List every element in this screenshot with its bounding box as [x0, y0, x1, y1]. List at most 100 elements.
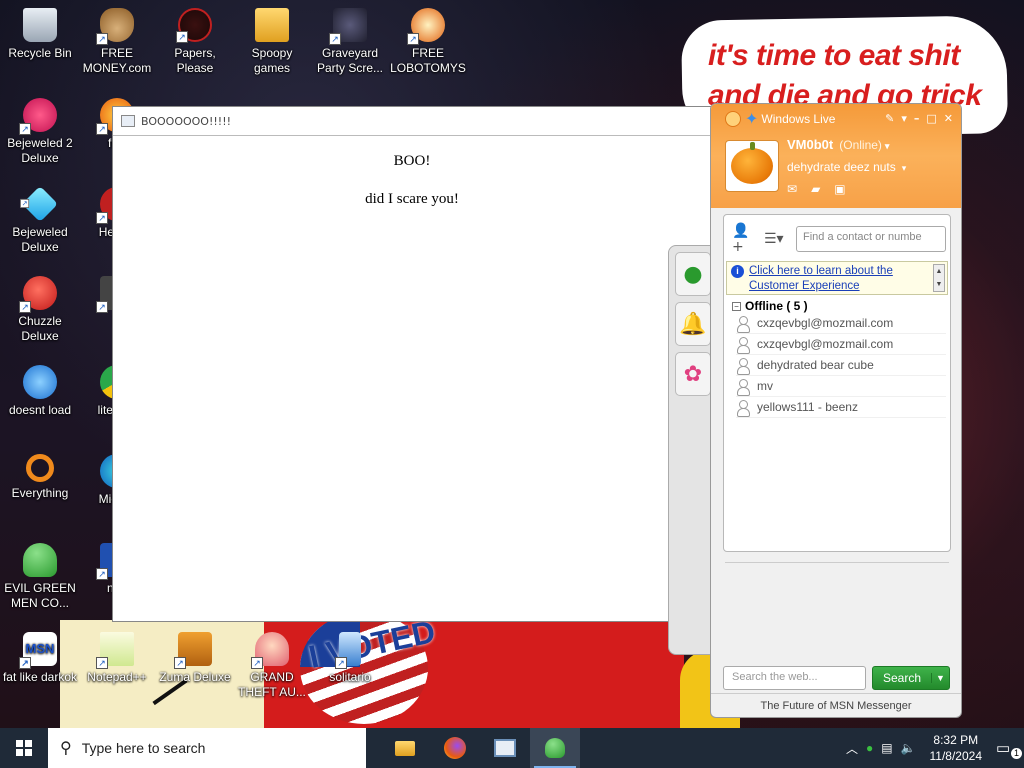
notification-count: 1 — [1011, 748, 1022, 759]
desktop-icon-chuzzle[interactable]: ↗ Chuzzle Deluxe — [0, 276, 80, 344]
clock-icon: ↗ — [407, 8, 445, 45]
collapse-icon[interactable]: − — [732, 301, 741, 311]
notification-icon[interactable]: ▭ 1 — [996, 739, 1024, 759]
start-button[interactable] — [0, 728, 48, 768]
money-bag-icon: ↗ — [96, 8, 134, 45]
internet-explorer-icon — [23, 365, 57, 399]
desktop-icon-bejeweled-2[interactable]: ↗ Bejeweled 2 Deluxe — [0, 98, 80, 166]
volume-icon[interactable]: 🔈 — [901, 741, 916, 755]
usb-icon: ↗ — [335, 632, 361, 669]
news-icon[interactable]: ▣ — [834, 182, 845, 196]
personal-message[interactable]: dehydrate deez nuts ▾ — [787, 160, 906, 174]
folder-icon[interactable]: ▰ — [811, 182, 820, 196]
pumpkin-avatar-image — [731, 142, 773, 184]
bejeweled2-icon: ↗ — [19, 98, 57, 135]
list-item[interactable]: cxzqevbgl@mozmail.com — [736, 334, 946, 355]
desktop-icon-recycle-bin[interactable]: Recycle Bin — [0, 8, 80, 61]
msn-window-controls: ✎ ▾ – □ ✕ — [885, 112, 953, 125]
add-contact-icon[interactable]: 👤+ — [732, 223, 758, 255]
web-search-bar: Search the web... Search ▼ — [723, 666, 950, 690]
status-badge[interactable]: (Online) — [839, 138, 882, 152]
group-offline[interactable]: − Offline ( 5 ) — [732, 299, 950, 313]
chevron-up-icon[interactable]: ︿ — [846, 740, 858, 757]
list-item[interactable]: cxzqevbgl@mozmail.com — [736, 313, 946, 334]
firefox-icon — [444, 737, 466, 759]
desktop-icon-bejeweled[interactable]: ↗ Bejeweled Deluxe — [0, 185, 80, 255]
menu-icon[interactable]: ▾ — [901, 112, 907, 125]
msn-toolbar: ✉ ▰ ▣ — [787, 182, 846, 196]
desktop-icon-spoopy-games[interactable]: Spoopy games — [232, 8, 312, 76]
contact-list-panel: 👤+ ☰▾ Find a contact or numbe i Click he… — [723, 214, 951, 552]
taskbar-search-box[interactable]: ⚲ Type here to search — [48, 728, 366, 768]
desktop-icon-gta[interactable]: ↗ GRAND THEFT AU... — [232, 632, 312, 700]
folder-icon — [255, 8, 289, 42]
papers-please-icon: ↗ — [176, 8, 212, 43]
offline-contact-icon — [736, 336, 750, 354]
msn-messenger-window[interactable]: ✦ Windows Live ✎ ▾ – □ ✕ VM0b0t (Online) ▾… — [710, 103, 962, 718]
msn-tray-icon[interactable]: ● — [866, 741, 873, 755]
desktop-icon-fat-like-darkok[interactable]: MSN ↗ fat like darkok — [0, 632, 80, 685]
offline-contact-icon — [736, 399, 750, 417]
window-icon — [121, 115, 135, 127]
desktop-icon-graveyard[interactable]: ↗ Graveyard Party Scre... — [310, 8, 390, 76]
contact-search-row: 👤+ ☰▾ Find a contact or numbe — [724, 215, 950, 259]
minimize-icon[interactable]: – — [914, 112, 920, 125]
avatar[interactable] — [725, 140, 779, 192]
clock[interactable]: 8:32 PM 11/8/2024 — [930, 732, 983, 764]
boo-window-content: BOO! did I scare you! — [113, 153, 711, 208]
info-scrollbar[interactable]: ▲ ▼ — [933, 264, 945, 292]
display-name[interactable]: VM0b0t (Online) ▾ — [787, 137, 889, 152]
windows-live-logo-icon: ✦ — [745, 111, 759, 128]
desktop-icon-free-lobotomys[interactable]: ↗ FREE LOBOTOMYS — [388, 8, 468, 76]
system-tray: ︿ ● ▤ 🔈 8:32 PM 11/8/2024 ▭ 1 — [846, 728, 1024, 768]
info-icon: i — [731, 265, 744, 278]
taskbar-firefox[interactable] — [430, 728, 480, 768]
games-tab-icon[interactable]: ✿ — [675, 352, 711, 396]
msn-logo-icon: MSN ↗ — [19, 632, 57, 669]
list-item[interactable]: dehydrated bear cube — [736, 355, 946, 376]
desktop-icon-everything[interactable]: Everything — [0, 454, 80, 501]
paint-icon[interactable]: ✎ — [885, 112, 894, 125]
boo-window-title: BOOOOOOO!!!!! — [141, 114, 232, 128]
boo-window[interactable]: BOOOOOOO!!!!! BOO! did I scare you! — [112, 106, 712, 622]
msn-side-tabs: ● 🔔 ✿ — [668, 245, 714, 655]
maximize-icon[interactable]: □ — [926, 112, 936, 125]
desktop-icon-notepad-plus-plus[interactable]: ↗ Notepad++ — [77, 632, 157, 685]
desktop-icon-free-money[interactable]: ↗ FREE MONEY.com — [77, 8, 157, 76]
desktop-icon-solitario[interactable]: ↗ solitario — [310, 632, 390, 685]
customer-experience-link[interactable]: Click here to learn about the Customer E… — [749, 264, 943, 294]
web-search-input[interactable]: Search the web... — [723, 666, 866, 690]
msn-brand: Windows Live — [761, 112, 836, 126]
msn-messenger-icon — [545, 738, 565, 758]
search-icon: ⚲ — [60, 740, 72, 757]
taskbar-file-explorer[interactable] — [380, 728, 430, 768]
desktop-icon-papers-please[interactable]: ↗ Papers, Please — [155, 8, 235, 76]
mail-icon[interactable]: ✉ — [787, 182, 797, 196]
anime-girl-icon: ↗ — [251, 632, 289, 669]
recycle-bin-icon — [23, 8, 57, 42]
list-options-icon[interactable]: ☰▾ — [764, 231, 790, 247]
taskbar-window-app[interactable] — [480, 728, 530, 768]
windows-logo-icon — [16, 740, 32, 756]
desktop-icon-evil-green-men[interactable]: EVIL GREEN MEN CO... — [0, 543, 80, 611]
network-icon[interactable]: ▤ — [881, 741, 892, 755]
graveyard-icon: ↗ — [329, 8, 367, 45]
list-item[interactable]: yellows111 - beenz — [736, 397, 946, 418]
list-item[interactable]: mv — [736, 376, 946, 397]
msn-header: ✦ Windows Live ✎ ▾ – □ ✕ VM0b0t (Online) ▾… — [711, 104, 961, 208]
taskbar-msn-messenger[interactable] — [530, 728, 580, 768]
everything-search-icon — [26, 454, 54, 482]
search-button[interactable]: Search ▼ — [872, 666, 950, 690]
contacts-tab-icon[interactable]: ● — [675, 252, 711, 296]
offline-contact-icon — [736, 357, 750, 375]
divider — [725, 562, 949, 563]
boo-message: did I scare you! — [365, 191, 459, 207]
chevron-down-icon[interactable]: ▼ — [931, 673, 949, 683]
desktop-icon-zuma-deluxe[interactable]: ↗ Zuma Deluxe — [155, 632, 235, 685]
desktop-icon-doesnt-load[interactable]: doesnt load — [0, 365, 80, 418]
msn-menu-icon[interactable] — [725, 111, 741, 127]
alerts-tab-icon[interactable]: 🔔 — [675, 302, 711, 346]
find-contact-input[interactable]: Find a contact or numbe — [796, 226, 946, 252]
boo-window-titlebar[interactable]: BOOOOOOO!!!!! — [113, 107, 711, 136]
close-icon[interactable]: ✕ — [944, 112, 953, 125]
